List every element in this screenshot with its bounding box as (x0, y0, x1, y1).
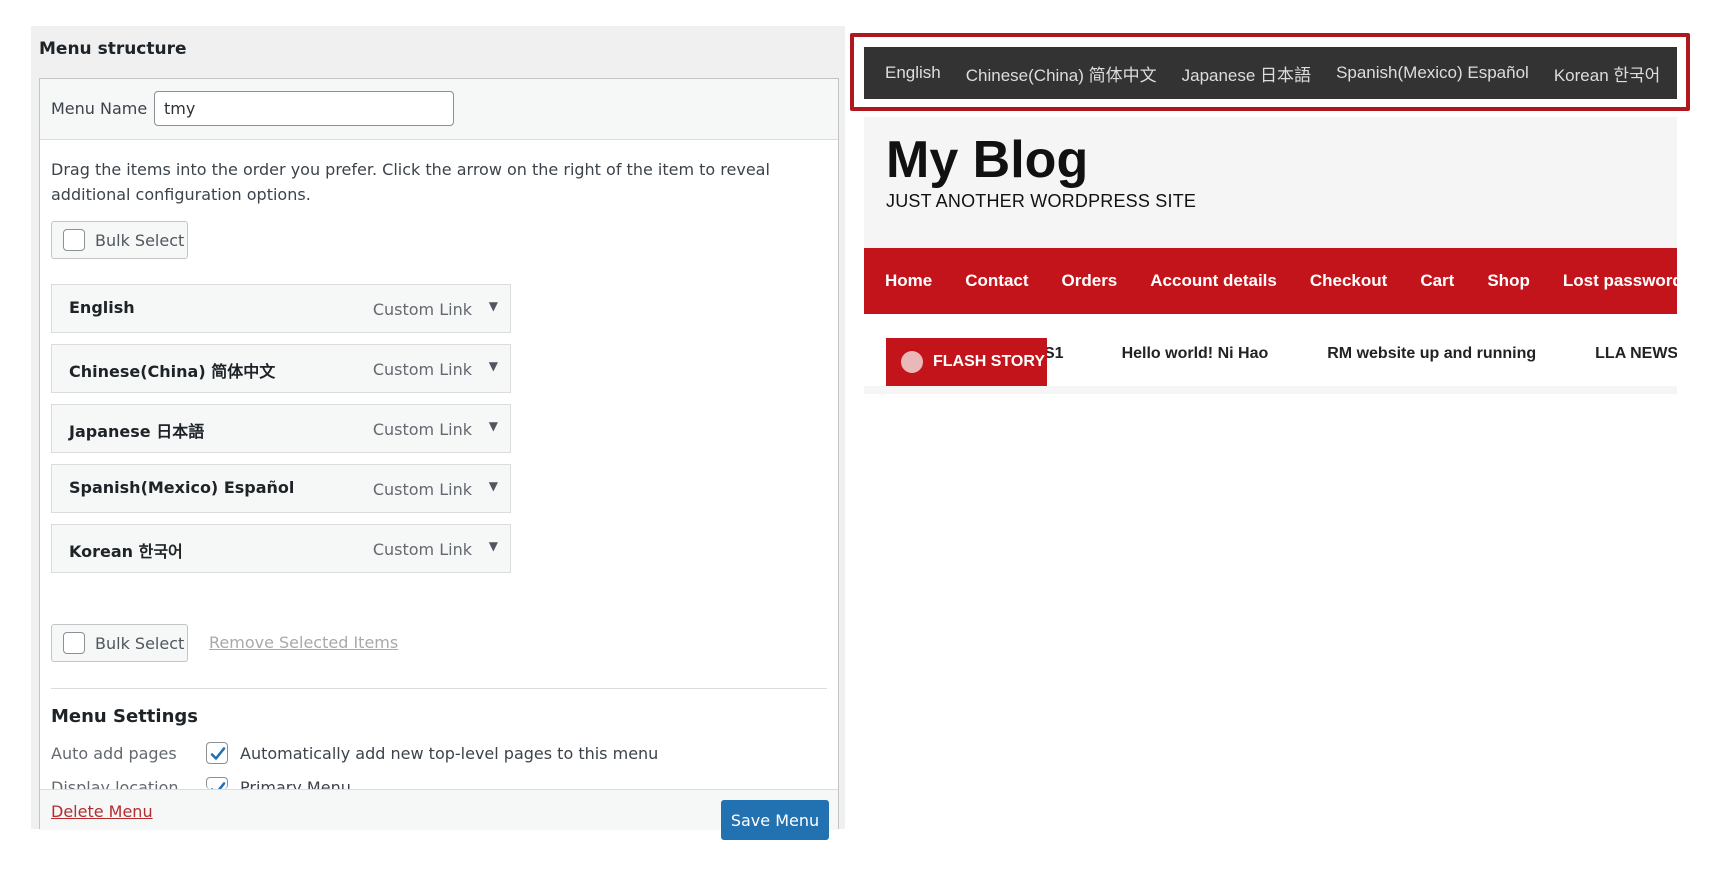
menu-item-title: English (69, 298, 135, 317)
flash-story-text: FLASH STORY (933, 353, 1046, 370)
flash-story-ticker-area: S1 Hello world! Ni Hao RM website up and… (864, 322, 1677, 386)
auto-add-label: Auto add pages (51, 744, 177, 763)
nav-item-lost-password[interactable]: Lost password (1563, 271, 1683, 291)
pulse-dot-icon (901, 351, 923, 373)
bulk-select-checkbox[interactable] (63, 632, 85, 654)
caret-down-icon[interactable]: ▼ (489, 419, 498, 433)
menu-item[interactable]: Japanese 日本語 Custom Link ▼ (51, 404, 511, 453)
display-location-checkbox[interactable] (206, 777, 228, 789)
site-title[interactable]: My Blog (886, 130, 1088, 190)
main-nav: Home Contact Orders Account details Chec… (864, 248, 1683, 314)
language-bar: English Chinese(China) 简体中文 Japanese 日本語… (864, 47, 1677, 99)
checkmark-icon (210, 782, 226, 789)
lang-link-english[interactable]: English (885, 63, 941, 83)
menu-footer: Delete Menu Save Menu (40, 789, 838, 840)
menu-item-title: Korean 한국어 (69, 542, 183, 561)
nav-item-shop[interactable]: Shop (1487, 271, 1530, 291)
menu-name-input[interactable] (154, 91, 454, 126)
bulk-select-label: Bulk Select (95, 230, 185, 250)
checkmark-icon (210, 747, 226, 760)
site-tagline: JUST ANOTHER WORDPRESS SITE (886, 191, 1197, 211)
flash-story-label: FLASH STORY (886, 338, 1047, 386)
menu-panel: Menu Name Drag the items into the order … (39, 78, 839, 840)
nav-item-contact[interactable]: Contact (965, 271, 1028, 291)
lang-link-chinese[interactable]: Chinese(China) 简体中文 (966, 61, 1157, 86)
menu-item-type: Custom Link (372, 300, 472, 319)
menu-editor: Menu structure Menu Name Drag the items … (31, 26, 845, 840)
auto-add-checkbox[interactable] (206, 742, 228, 764)
save-menu-button[interactable]: Save Menu (721, 800, 829, 840)
nav-item-checkout[interactable]: Checkout (1310, 271, 1387, 291)
site-header: My Blog JUST ANOTHER WORDPRESS SITE (864, 117, 1677, 248)
ticker-item[interactable]: RM website up and running (1327, 345, 1536, 363)
lang-link-spanish[interactable]: Spanish(Mexico) Español (1336, 63, 1529, 83)
remove-selected-link[interactable]: Remove Selected Items (209, 633, 398, 652)
display-location-text: Primary Menu (240, 778, 351, 789)
menu-item-type: Custom Link (372, 420, 472, 439)
menu-item-title: Chinese(China) 简体中文 (69, 362, 276, 381)
menu-items-list: English Custom Link ▼ Chinese(China) 简体中… (51, 284, 511, 584)
lang-link-japanese[interactable]: Japanese 日本語 (1182, 61, 1311, 86)
menu-item-type: Custom Link (372, 540, 472, 559)
menu-settings-title: Menu Settings (51, 706, 198, 727)
menu-item-type: Custom Link (372, 360, 472, 379)
menu-item[interactable]: Korean 한국어 Custom Link ▼ (51, 524, 511, 573)
menu-item-type: Custom Link (372, 480, 472, 499)
nav-item-account-details[interactable]: Account details (1150, 271, 1277, 291)
menu-item[interactable]: English Custom Link ▼ (51, 284, 511, 333)
flash-story-bar: S1 Hello world! Ni Hao RM website up and… (864, 322, 1677, 394)
news-ticker: S1 Hello world! Ni Hao RM website up and… (1044, 322, 1677, 386)
caret-down-icon[interactable]: ▼ (489, 479, 498, 493)
bulk-select-bottom[interactable]: Bulk Select (51, 624, 188, 662)
menu-item-title: Spanish(Mexico) Español (69, 478, 295, 497)
menu-instructions: Drag the items into the order you prefer… (51, 160, 770, 204)
display-location-label: Display location (51, 778, 179, 789)
menu-item[interactable]: Chinese(China) 简体中文 Custom Link ▼ (51, 344, 511, 393)
bulk-select-label: Bulk Select (95, 633, 185, 653)
menu-name-label: Menu Name (51, 99, 148, 118)
menu-item[interactable]: Spanish(Mexico) Español Custom Link ▼ (51, 464, 511, 513)
bulk-select-top[interactable]: Bulk Select (51, 221, 188, 259)
nav-item-orders[interactable]: Orders (1062, 271, 1118, 291)
caret-down-icon[interactable]: ▼ (489, 299, 498, 313)
caret-down-icon[interactable]: ▼ (489, 539, 498, 553)
menu-header: Menu Name (40, 79, 838, 140)
divider (51, 688, 827, 689)
ticker-item[interactable]: LLA NEWS1 (1595, 345, 1677, 363)
bulk-select-checkbox[interactable] (63, 229, 85, 251)
lang-link-korean[interactable]: Korean 한국어 (1554, 61, 1660, 86)
menu-item-title: Japanese 日本語 (69, 422, 205, 441)
auto-add-text: Automatically add new top-level pages to… (240, 744, 659, 763)
delete-menu-link[interactable]: Delete Menu (51, 802, 153, 821)
ticker-item[interactable]: Hello world! Ni Hao (1122, 345, 1269, 363)
caret-down-icon[interactable]: ▼ (489, 359, 498, 373)
nav-item-cart[interactable]: Cart (1420, 271, 1454, 291)
section-title: Menu structure (39, 39, 187, 59)
nav-item-home[interactable]: Home (885, 271, 932, 291)
